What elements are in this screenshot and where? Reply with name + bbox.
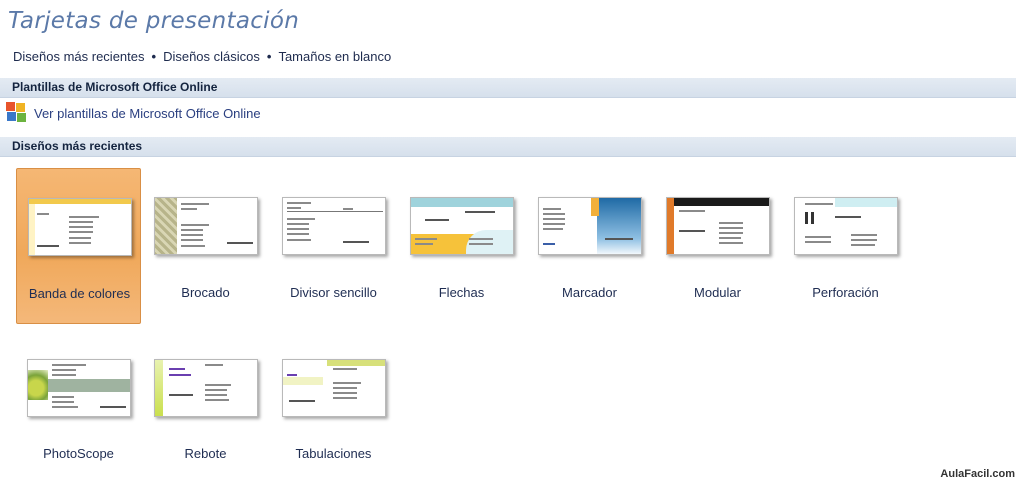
template-label: PhotoScope [43, 446, 114, 461]
nav-link-blank-sizes[interactable]: Tamaños en blanco [278, 49, 391, 64]
template-label: Flechas [438, 285, 485, 300]
nav-separator: • [151, 49, 157, 64]
template-thumbnail [154, 359, 258, 417]
watermark: AulaFacil.com [940, 468, 1015, 480]
template-tile-flechas[interactable]: Flechas [399, 168, 524, 324]
template-thumbnail [538, 197, 642, 255]
nav-link-recent-designs[interactable]: Diseños más recientes [13, 49, 145, 64]
template-label: Brocado [181, 285, 230, 300]
template-label: Tabulaciones [295, 446, 372, 461]
template-label: Perforación [812, 285, 879, 300]
template-thumbnail [282, 197, 386, 255]
office-online-icon [6, 102, 28, 124]
section-header-office-online: Plantillas de Microsoft Office Online [0, 78, 1016, 98]
nav-link-classic-designs[interactable]: Diseños clásicos [163, 49, 260, 64]
template-thumbnail [282, 359, 386, 417]
nav-separator: • [266, 49, 272, 64]
section-header-recent-designs: Diseños más recientes [0, 137, 1016, 157]
template-thumbnail [794, 197, 898, 255]
template-tile-marcador[interactable]: Marcador [527, 168, 652, 324]
template-tile-modular[interactable]: Modular [655, 168, 780, 324]
template-tile-banda-de-colores[interactable]: Banda de colores [16, 168, 141, 324]
template-label: Modular [694, 285, 741, 300]
template-thumbnail [28, 198, 132, 256]
template-tile-brocado[interactable]: Brocado [143, 168, 268, 324]
template-tile-photoscope[interactable]: PhotoScope [16, 330, 141, 481]
template-label: Rebote [184, 446, 227, 461]
template-thumbnail [154, 197, 258, 255]
template-label: Banda de colores [28, 286, 131, 301]
template-label: Divisor sencillo [290, 285, 377, 300]
template-thumbnail [27, 359, 131, 417]
template-tile-rebote[interactable]: Rebote [143, 330, 268, 481]
template-tile-perforacion[interactable]: Perforación [783, 168, 908, 324]
template-label: Marcador [562, 285, 617, 300]
template-thumbnail [410, 197, 514, 255]
office-online-link-label: Ver plantillas de Microsoft Office Onlin… [34, 105, 261, 121]
template-tile-divisor-sencillo[interactable]: Divisor sencillo [271, 168, 396, 324]
template-thumbnail [666, 197, 770, 255]
page-title: Tarjetas de presentación [8, 8, 300, 34]
design-nav: Diseños más recientes • Diseños clásicos… [13, 49, 391, 64]
template-tile-tabulaciones[interactable]: Tabulaciones [271, 330, 396, 481]
office-online-link[interactable]: Ver plantillas de Microsoft Office Onlin… [6, 102, 261, 124]
